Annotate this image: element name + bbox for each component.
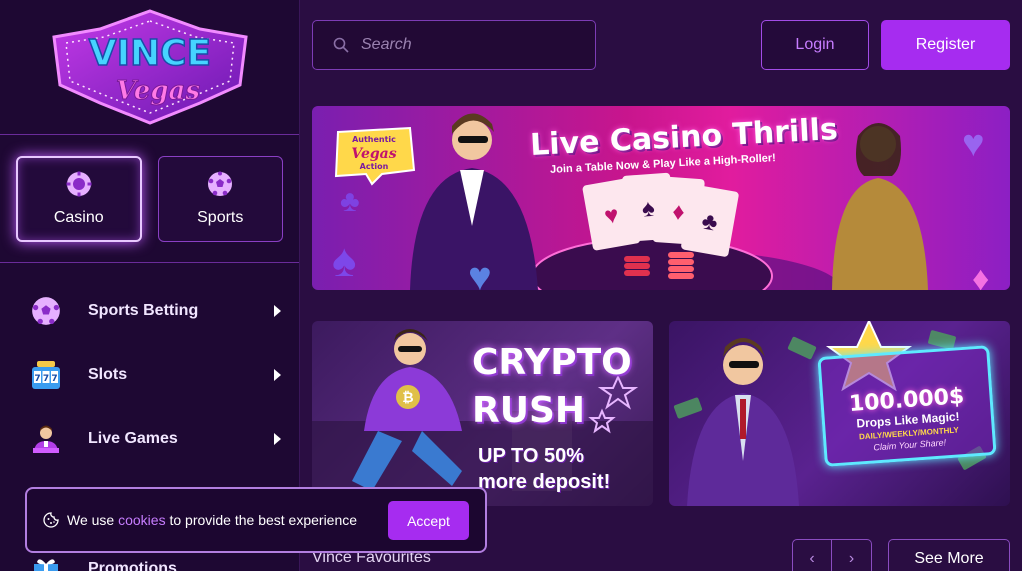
- banner-subtitle: UP TO 50% more deposit!: [478, 443, 610, 495]
- accept-cookies-button[interactable]: Accept: [388, 501, 469, 540]
- dealer-icon: [30, 423, 62, 455]
- svg-text:Authentic: Authentic: [352, 135, 396, 144]
- crypto-rush-banner[interactable]: ₿ CRYPTO RUSH UP TO 50% more deposit!: [312, 321, 653, 506]
- search-icon: [333, 37, 349, 53]
- drops-banner[interactable]: 100.000$ Drops Like Magic! DAILY/WEEKLY/…: [669, 321, 1010, 506]
- login-button[interactable]: Login: [761, 20, 869, 70]
- chip-icon: [66, 171, 92, 197]
- chevron-right-icon: [274, 433, 281, 445]
- carousel-prev-button[interactable]: ‹: [792, 539, 832, 571]
- search-input[interactable]: [361, 36, 581, 54]
- svg-text:♠: ♠: [332, 234, 356, 286]
- sports-mode-label: Sports: [197, 209, 244, 226]
- banner-title-line: CRYPTO: [472, 342, 632, 383]
- svg-text:♥: ♥: [468, 255, 492, 290]
- banner-title: CRYPTO RUSH: [472, 339, 632, 435]
- svg-text:♥: ♥: [962, 123, 985, 165]
- cookie-text: We use cookies to provide the best exper…: [67, 512, 357, 528]
- casino-mode-label: Casino: [53, 209, 104, 226]
- sidebar-item-promotions[interactable]: Promotions: [30, 553, 177, 571]
- svg-text:7: 7: [43, 374, 49, 384]
- sidebar-item-label: Promotions: [88, 560, 177, 571]
- sidebar-item-sports-betting[interactable]: Sports Betting: [0, 279, 299, 343]
- svg-text:7: 7: [34, 374, 40, 384]
- vince-vegas-logo-icon: VINCE Vegas: [51, 9, 248, 125]
- sidebar-item-label: Live Games: [88, 430, 178, 447]
- svg-text:Action: Action: [360, 162, 389, 171]
- svg-text:7: 7: [51, 374, 57, 384]
- svg-text:♦: ♦: [972, 260, 989, 290]
- sports-mode-button[interactable]: Sports: [157, 156, 283, 242]
- svg-text:♣: ♣: [340, 185, 360, 218]
- mode-switcher: Casino Sports: [0, 135, 299, 263]
- sidebar-item-live-games[interactable]: Live Games: [0, 407, 299, 471]
- cookie-text-before: We use: [67, 512, 119, 528]
- see-more-button[interactable]: See More: [888, 539, 1010, 571]
- svg-text:Vegas: Vegas: [351, 146, 396, 162]
- search-bar[interactable]: [312, 20, 596, 70]
- cookie-icon: [43, 512, 59, 528]
- logo[interactable]: VINCE Vegas: [0, 0, 299, 135]
- chevron-right-icon: ›: [848, 550, 855, 567]
- sidebar-item-label: Sports Betting: [88, 302, 199, 319]
- banner-subtitle-line: UP TO 50%: [478, 445, 584, 467]
- chevron-left-icon: ‹: [809, 550, 815, 567]
- casino-mode-button[interactable]: Casino: [16, 156, 142, 242]
- banner-subtitle-line: more deposit!: [478, 471, 611, 493]
- drops-panel: 100.000$ Drops Like Magic! DAILY/WEEKLY/…: [817, 345, 997, 467]
- gift-icon: [30, 553, 62, 571]
- register-button[interactable]: Register: [881, 20, 1010, 70]
- live-casino-banner[interactable]: ♥ ♠ ♦ ♣ ♠ ♥ ♥ ♦ ♣ Authentic Vegas Action…: [312, 106, 1010, 290]
- svg-text:VINCE: VINCE: [88, 33, 210, 74]
- cookies-link[interactable]: cookies: [118, 512, 165, 528]
- sidebar-item-label: Slots: [88, 366, 128, 383]
- sidebar: VINCE Vegas Casino Sports Sports Betting…: [0, 0, 300, 571]
- svg-text:♦: ♦: [671, 198, 685, 226]
- cookie-text-after: to provide the best experience: [165, 512, 358, 528]
- svg-text:♠: ♠: [641, 195, 656, 223]
- svg-text:Vegas: Vegas: [116, 76, 200, 106]
- svg-text:₿: ₿: [402, 390, 413, 406]
- soccer-ball-icon: [30, 295, 62, 327]
- chevron-right-icon: [274, 305, 281, 317]
- slot-machine-icon: 7 7 7: [30, 359, 62, 391]
- sidebar-nav: Sports Betting 7 7 7 Slots Live Games: [0, 263, 299, 471]
- chevron-right-icon: [274, 369, 281, 381]
- soccer-ball-icon: [208, 171, 233, 196]
- authentic-vegas-badge: Authentic Vegas Action: [332, 126, 416, 186]
- carousel-next-button[interactable]: ›: [832, 539, 872, 571]
- sidebar-item-slots[interactable]: 7 7 7 Slots: [0, 343, 299, 407]
- banner-title-line: RUSH: [472, 390, 586, 431]
- cookie-banner: We use cookies to provide the best exper…: [25, 487, 487, 553]
